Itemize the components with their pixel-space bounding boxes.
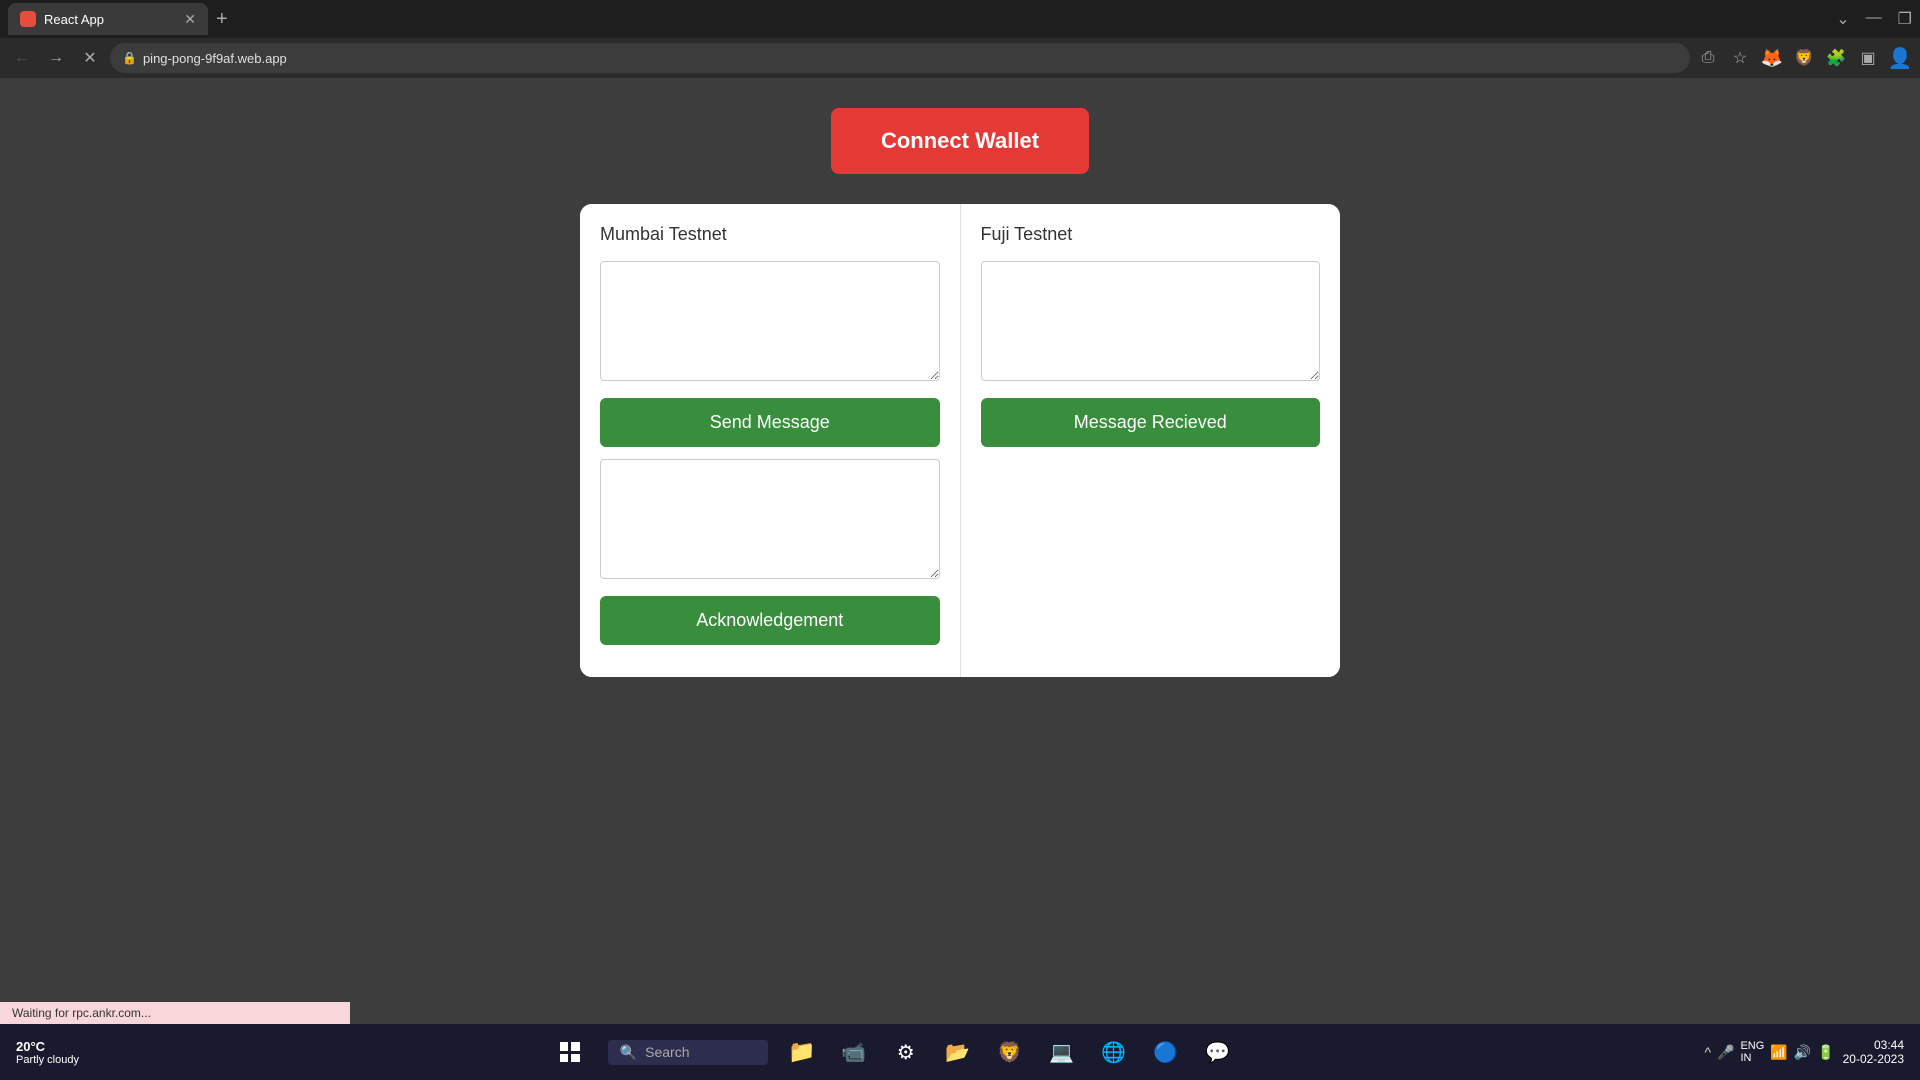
folder-icon[interactable]: 📂 xyxy=(940,1034,976,1070)
back-button[interactable]: ← xyxy=(8,44,36,72)
win-grid-cell-4 xyxy=(571,1054,580,1063)
bookmark-icon[interactable]: ☆ xyxy=(1728,46,1752,70)
windows-logo xyxy=(560,1042,580,1062)
win-grid-cell-2 xyxy=(571,1042,580,1051)
metamask-icon[interactable]: 🦊 xyxy=(1760,46,1784,70)
active-tab[interactable]: React App ✕ xyxy=(8,3,208,35)
app-content: Connect Wallet Mumbai Testnet Send Messa… xyxy=(0,78,1920,1024)
tab-close-button[interactable]: ✕ xyxy=(184,11,196,28)
brave-shields-icon[interactable]: 🦁 xyxy=(1792,46,1816,70)
fuji-card-title: Fuji Testnet xyxy=(981,224,1321,245)
lock-icon: 🔒 xyxy=(122,51,137,65)
message-received-button[interactable]: Message Recieved xyxy=(981,398,1321,447)
minimize-button[interactable]: — xyxy=(1866,9,1882,29)
forward-button[interactable]: → xyxy=(42,44,70,72)
send-message-button[interactable]: Send Message xyxy=(600,398,940,447)
app-icon-2[interactable]: 🌐 xyxy=(1096,1034,1132,1070)
code-editor-icon[interactable]: 💻 xyxy=(1044,1034,1080,1070)
clock-time: 03:44 xyxy=(1843,1038,1904,1052)
profile-icon[interactable]: 👤 xyxy=(1888,46,1912,70)
battery-icon[interactable]: 🔋 xyxy=(1817,1044,1834,1061)
weather-temp: 20°C xyxy=(16,1039,79,1054)
mumbai-card-title: Mumbai Testnet xyxy=(600,224,940,245)
connect-wallet-button[interactable]: Connect Wallet xyxy=(831,108,1089,174)
taskbar-right: ^ 🎤 ENGIN 📶 🔊 🔋 03:44 20-02-2023 xyxy=(1688,1038,1920,1066)
restore-button[interactable]: ❐ xyxy=(1898,9,1912,29)
taskbar-center: 🔍 Search 📁 📹 ⚙ 📂 🦁 💻 🌐 🔵 💬 xyxy=(95,1030,1688,1074)
extensions-icon[interactable]: 🧩 xyxy=(1824,46,1848,70)
reload-button[interactable]: ✕ xyxy=(76,44,104,72)
windows-start-button[interactable] xyxy=(548,1030,592,1074)
discord-icon[interactable]: 💬 xyxy=(1200,1034,1236,1070)
status-bar: Waiting for rpc.ankr.com... xyxy=(0,1002,350,1024)
fuji-testnet-card: Fuji Testnet Message Recieved xyxy=(961,204,1341,677)
language-label: ENGIN xyxy=(1740,1040,1764,1064)
taskbar: Waiting for rpc.ankr.com... 20°C Partly … xyxy=(0,1024,1920,1080)
weather-desc: Partly cloudy xyxy=(16,1054,79,1066)
network-icon[interactable]: 📶 xyxy=(1770,1044,1787,1061)
brave-icon[interactable]: 🦁 xyxy=(992,1034,1028,1070)
tab-bar: React App ✕ + ⌄ — ❐ xyxy=(0,0,1920,38)
mumbai-ack-input[interactable] xyxy=(600,459,940,579)
win-grid-cell-1 xyxy=(560,1042,569,1051)
nav-bar: ← → ✕ 🔒 ping-pong-9f9af.web.app ⎙ ☆ 🦊 🦁 … xyxy=(0,38,1920,78)
address-bar[interactable]: 🔒 ping-pong-9f9af.web.app xyxy=(110,43,1690,73)
volume-icon[interactable]: 🔊 xyxy=(1794,1044,1811,1061)
share-icon[interactable]: ⎙ xyxy=(1696,46,1720,70)
mic-icon[interactable]: 🎤 xyxy=(1717,1044,1734,1061)
tab-list-button[interactable]: ⌄ xyxy=(1836,9,1849,29)
sidebar-icon[interactable]: ▣ xyxy=(1856,46,1880,70)
nav-right-icons: ⎙ ☆ 🦊 🦁 🧩 ▣ 👤 xyxy=(1696,46,1912,70)
weather-widget: 20°C Partly cloudy xyxy=(8,1039,87,1066)
browser-chrome: React App ✕ + ⌄ — ❐ ← → ✕ 🔒 ping-pong-9f… xyxy=(0,0,1920,78)
file-explorer-icon[interactable]: 📁 xyxy=(784,1034,820,1070)
window-controls: ⌄ — ❐ xyxy=(1836,9,1912,29)
address-text: ping-pong-9f9af.web.app xyxy=(143,51,287,66)
win-grid-cell-3 xyxy=(560,1054,569,1063)
tab-favicon xyxy=(20,11,36,27)
video-call-icon[interactable]: 📹 xyxy=(836,1034,872,1070)
cards-container: Mumbai Testnet Send Message Acknowledgem… xyxy=(580,204,1340,677)
mumbai-testnet-card: Mumbai Testnet Send Message Acknowledgem… xyxy=(580,204,961,677)
system-tray: ^ 🎤 ENGIN 📶 🔊 🔋 xyxy=(1704,1040,1834,1064)
taskbar-left: 20°C Partly cloudy xyxy=(0,1039,95,1066)
tab-title: React App xyxy=(44,12,176,27)
show-hidden-icons[interactable]: ^ xyxy=(1704,1044,1711,1060)
taskbar-search[interactable]: 🔍 Search xyxy=(608,1040,768,1065)
fuji-message-input[interactable] xyxy=(981,261,1321,381)
settings-icon[interactable]: ⚙ xyxy=(888,1034,924,1070)
mumbai-message-input[interactable] xyxy=(600,261,940,381)
new-tab-button[interactable]: + xyxy=(208,8,236,31)
search-label: Search xyxy=(645,1044,689,1060)
clock-date: 20-02-2023 xyxy=(1843,1052,1904,1066)
chrome-icon[interactable]: 🔵 xyxy=(1148,1034,1184,1070)
acknowledgement-button[interactable]: Acknowledgement xyxy=(600,596,940,645)
clock[interactable]: 03:44 20-02-2023 xyxy=(1843,1038,1904,1066)
search-icon: 🔍 xyxy=(620,1044,637,1061)
